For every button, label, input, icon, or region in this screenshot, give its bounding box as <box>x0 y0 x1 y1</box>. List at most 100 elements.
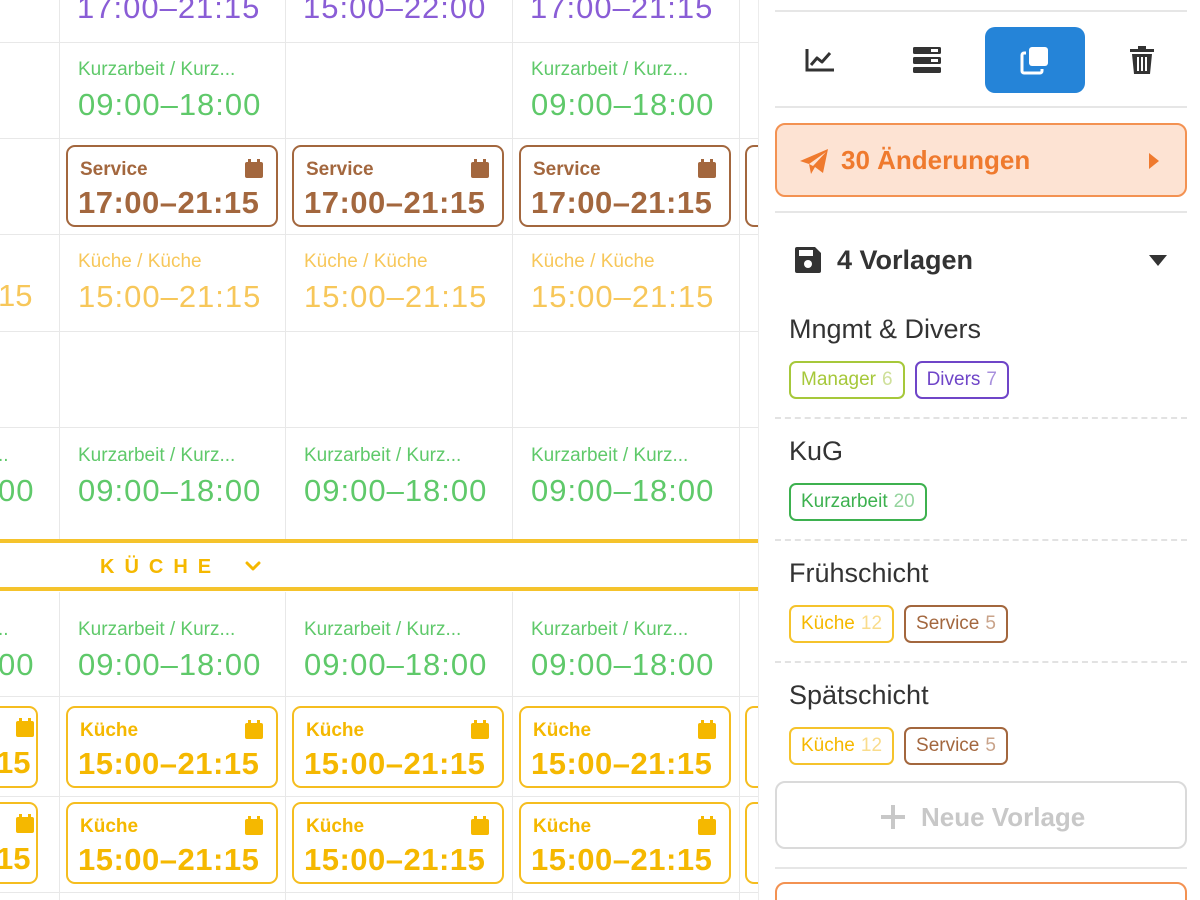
row5-col2-shift[interactable]: Kurzarbeit / Kurz... 09:00–18:00 <box>304 445 487 509</box>
statistics-button[interactable] <box>770 27 870 93</box>
pending-changes-button[interactable]: 30 Änderungen <box>775 123 1187 197</box>
shift-time: 15:00–21:15 <box>531 746 713 781</box>
shift-label: Kurzarbeit / Kurz... <box>531 445 689 466</box>
chevron-down-icon[interactable] <box>244 559 262 573</box>
app-root: 17:00–21:15 15:00–22:00 17:00–21:15 Kurz… <box>0 0 1200 900</box>
templates-button[interactable] <box>985 27 1085 93</box>
kueche-shift-card[interactable]: Küche 15:00–21:15 <box>519 706 731 788</box>
template-name: Mngmt & Divers <box>789 314 982 344</box>
divider <box>775 867 1187 869</box>
template-item[interactable]: Frühschicht Küche 12 Service 5 <box>775 558 1187 658</box>
row3-col3-shift[interactable]: Küche / Küche 15:00–21:15 <box>531 251 714 315</box>
row3-edge-time: 15 <box>0 278 33 313</box>
shift-card-partial[interactable]: 15 <box>0 706 38 788</box>
shift-label: Kurzarbeit / Kurz... <box>78 445 236 466</box>
shift-time: 09:00–18:00 <box>531 647 715 682</box>
caret-down-icon[interactable] <box>1149 255 1167 267</box>
template-name: Frühschicht <box>789 558 929 588</box>
row5-col1-shift[interactable]: Kurzarbeit / Kurz... 09:00–18:00 <box>78 445 261 509</box>
template-tag: Service 5 <box>904 727 1008 765</box>
template-item[interactable]: Mngmt & Divers Manager 6 Divers 7 <box>775 314 1187 414</box>
service-shift-card[interactable]: Service 17:00–21:15 <box>519 145 731 227</box>
row0-col1-time[interactable]: 17:00–21:15 <box>77 0 260 26</box>
shift-label: Küche <box>80 816 139 837</box>
shift-label: Kurzarbeit / Kurz... <box>78 59 236 80</box>
shift-time: 15:00–21:15 <box>78 746 260 781</box>
divider <box>775 417 1187 419</box>
template-tag: Divers 7 <box>914 361 1009 399</box>
template-tag: Kurzarbeit 20 <box>789 483 927 521</box>
kueche-shift-card[interactable]: Küche 15:00–21:15 <box>66 802 278 884</box>
changes-label: 30 Änderungen <box>841 145 1031 175</box>
shift-time: 09:00–18:00 <box>78 647 262 682</box>
new-template-button[interactable]: Neue Vorlage <box>775 781 1187 849</box>
calendar-icon <box>16 814 34 833</box>
shift-label: Service <box>80 159 148 180</box>
section-title: KÜCHE <box>100 556 222 578</box>
shift-card-partial[interactable] <box>745 145 758 227</box>
template-item[interactable]: Spätschicht Küche 12 Service 5 <box>775 680 1187 776</box>
section-header-kueche[interactable]: KÜCHE <box>0 539 758 591</box>
kueche-shift-card[interactable]: Küche 15:00–21:15 <box>519 802 731 884</box>
template-item[interactable]: KuG Kurzarbeit 20 <box>775 436 1187 536</box>
shift-label: Service <box>306 159 374 180</box>
service-shift-card[interactable]: Service 17:00–21:15 <box>66 145 278 227</box>
shift-label: Kurzarbeit / Kurz... <box>304 619 462 640</box>
shift-label: Küche / Küche <box>531 251 655 272</box>
row1-col1-shift[interactable]: Kurzarbeit / Kurz... 09:00–18:00 <box>78 59 261 123</box>
shift-card-partial[interactable]: 15 <box>0 802 38 884</box>
new-template-label: Neue Vorlage <box>921 802 1086 832</box>
shift-time: 15:00–21:15 <box>304 746 486 781</box>
side-panel: 30 Änderungen 4 Vorlagen Mngmt & Divers … <box>758 0 1200 900</box>
row1-col3-shift[interactable]: Kurzarbeit / Kurz... 09:00–18:00 <box>531 59 714 123</box>
kueche-shift-card[interactable]: Küche 15:00–21:15 <box>292 802 504 884</box>
template-tag: Küche 12 <box>789 605 895 643</box>
row0-col2-time[interactable]: 15:00–22:00 <box>303 0 486 26</box>
row6-col1-shift[interactable]: Kurzarbeit / Kurz... 09:00–18:00 <box>78 619 261 683</box>
kueche-shift-card[interactable]: Küche 15:00–21:15 <box>66 706 278 788</box>
template-name: Spätschicht <box>789 680 929 710</box>
rows-icon <box>913 47 941 73</box>
shift-label: Kurzarbeit / Kurz... <box>531 619 689 640</box>
divider <box>775 106 1187 108</box>
row3-col1-shift[interactable]: Küche / Küche 15:00–21:15 <box>78 251 261 315</box>
calendar-icon <box>698 720 716 739</box>
shift-time: 09:00–18:00 <box>78 473 262 508</box>
shift-time: 15:00–21:15 <box>78 842 260 877</box>
divider <box>775 661 1187 663</box>
calendar-icon <box>471 816 489 835</box>
service-shift-card[interactable]: Service 17:00–21:15 <box>292 145 504 227</box>
shift-time: 17:00–21:15 <box>531 185 713 220</box>
row6-col2-shift[interactable]: Kurzarbeit / Kurz... 09:00–18:00 <box>304 619 487 683</box>
delete-button[interactable] <box>1092 27 1192 93</box>
shift-time: 09:00–18:00 <box>78 87 262 122</box>
row6-col3-shift[interactable]: Kurzarbeit / Kurz... 09:00–18:00 <box>531 619 714 683</box>
divider <box>775 539 1187 541</box>
kueche-shift-card[interactable]: Küche 15:00–21:15 <box>292 706 504 788</box>
shift-label: Küche <box>306 816 365 837</box>
row6-edge-shift[interactable]: .. 00 <box>0 619 34 683</box>
shift-time: 15:00–21:15 <box>531 279 715 314</box>
publish-card-partial[interactable] <box>775 882 1187 900</box>
shift-time: 17:00–21:15 <box>304 185 486 220</box>
shift-time: 09:00–18:00 <box>531 473 715 508</box>
row5-col3-shift[interactable]: Kurzarbeit / Kurz... 09:00–18:00 <box>531 445 714 509</box>
row0-col3-time[interactable]: 17:00–21:15 <box>530 0 713 26</box>
shift-label: Kurzarbeit / Kurz... <box>304 445 462 466</box>
shift-card-partial[interactable] <box>745 706 758 788</box>
shift-time: 15:00–21:15 <box>304 842 486 877</box>
schedule-grid: 17:00–21:15 15:00–22:00 17:00–21:15 Kurz… <box>0 0 758 900</box>
shift-card-partial[interactable] <box>745 802 758 884</box>
shift-label: Küche <box>533 720 592 741</box>
template-tag: Manager 6 <box>789 361 905 399</box>
save-icon <box>795 247 821 273</box>
copy-icon <box>1020 47 1048 75</box>
paper-plane-icon <box>800 149 828 174</box>
calendar-icon <box>245 816 263 835</box>
shift-label: Küche <box>80 720 139 741</box>
row3-col2-shift[interactable]: Küche / Küche 15:00–21:15 <box>304 251 487 315</box>
shift-time: 15:00–21:15 <box>304 279 488 314</box>
templates-header[interactable]: 4 Vorlagen <box>795 245 1167 277</box>
row5-edge-shift[interactable]: .. 00 <box>0 445 34 509</box>
rows-button[interactable] <box>877 27 977 93</box>
